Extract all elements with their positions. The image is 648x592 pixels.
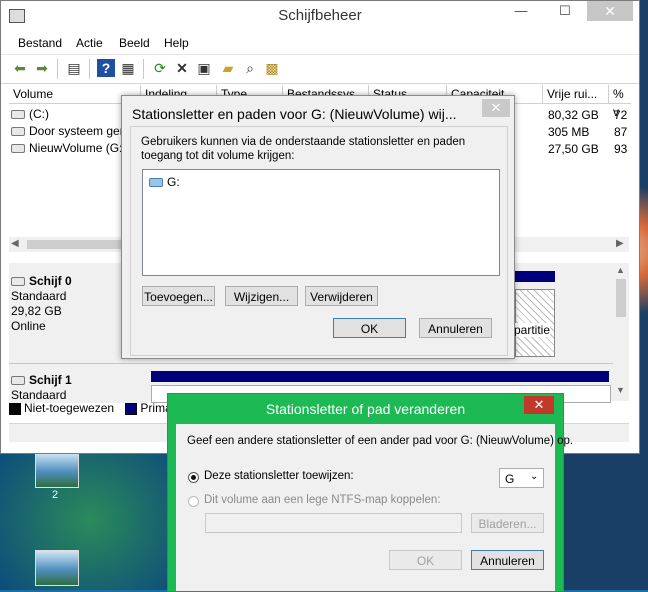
assign-letter-label[interactable]: Deze stationsletter toewijzen: [204, 470, 354, 482]
disk-1-partition-bar [151, 371, 609, 382]
add-button[interactable]: Toevoegen... [142, 286, 215, 306]
vertical-scrollbar[interactable]: ▲ ▼ [613, 263, 629, 401]
settings-icon[interactable]: ▣ [195, 59, 213, 77]
volume-name: (C:) [29, 107, 49, 121]
legend-unallocated: Niet-toegewezen [24, 401, 115, 415]
free-space-value: 27,50 GB [548, 142, 599, 156]
desktop-shortcut-label: 2 [52, 489, 59, 501]
ok-button[interactable]: OK [333, 318, 406, 338]
toolbar-separator [89, 59, 90, 79]
cancel-button[interactable]: Annuleren [419, 318, 492, 338]
disk-name: Schijf 1 [29, 373, 72, 387]
table-row[interactable]: (C:) [11, 107, 49, 121]
disk-icon [11, 277, 25, 287]
forward-arrow-icon[interactable]: ➡ [33, 59, 51, 77]
change-drive-letter-dialog: Stationsletter of pad veranderen ✕ Geef … [167, 393, 573, 592]
disk-name: Schijf 0 [29, 274, 72, 288]
dialog-title: Stationsletter of pad veranderen [265, 401, 466, 417]
selected-letter: G [505, 472, 515, 486]
menu-bestand[interactable]: Bestand [18, 36, 62, 50]
help-icon[interactable]: ? [97, 59, 115, 77]
free-space-value: 80,32 GB [548, 108, 599, 122]
open-folder-icon[interactable]: ▰ [219, 59, 237, 77]
partition-header-bar [513, 271, 555, 282]
table-row[interactable]: Door systeem ger [11, 124, 124, 138]
menu-help[interactable]: Help [164, 36, 189, 50]
toolbar-separator [143, 59, 144, 79]
column-vrije-ruimte[interactable]: Vrije rui... [543, 85, 609, 103]
scrollbar-thumb[interactable] [616, 279, 626, 317]
disk-icon [11, 144, 25, 154]
remove-button[interactable]: Verwijderen [305, 286, 378, 306]
dialog-close-button[interactable]: ✕ [482, 99, 510, 117]
drive-letter-select[interactable]: G ⌄ [499, 468, 544, 488]
close-button[interactable]: ✕ [587, 1, 633, 21]
list-item[interactable]: G: [149, 175, 180, 189]
toolbar: ⬅ ➡ ▤ ? ▦ ⟳ ✕ ▣ ▰ ⌕ ▩ [1, 54, 639, 84]
mount-folder-radio[interactable] [188, 496, 199, 507]
refresh-icon[interactable]: ⟳ [151, 59, 169, 77]
desktop-shortcut-icon[interactable] [35, 452, 79, 488]
disk-1-card[interactable]: Schijf 1 Standaard [11, 373, 149, 403]
scroll-left-icon[interactable]: ◀ [11, 238, 19, 249]
free-space-value: 305 MB [548, 125, 590, 139]
dialog-description: Gebruikers kunnen via de onderstaande st… [141, 136, 466, 162]
menu-actie[interactable]: Actie [76, 36, 103, 50]
divider [9, 363, 613, 364]
scroll-up-icon[interactable]: ▲ [616, 265, 625, 275]
disk-icon [11, 110, 25, 120]
minimize-button[interactable]: — [499, 1, 543, 21]
assign-letter-radio[interactable] [188, 472, 199, 483]
mount-folder-label[interactable]: Dit volume aan een lege NTFS-map koppele… [204, 494, 441, 506]
dialog-description: Geef een andere stationsletter of een an… [187, 435, 574, 447]
back-arrow-icon[interactable]: ⬅ [11, 59, 29, 77]
title-bar[interactable]: Schijfbeheer — ☐ ✕ [1, 1, 639, 32]
dialog-close-button[interactable]: ✕ [524, 396, 554, 414]
paths-list[interactable]: G: [142, 169, 500, 276]
scroll-right-icon[interactable]: ▶ [616, 238, 624, 249]
browse-button[interactable]: Bladeren... [471, 513, 544, 533]
change-button[interactable]: Wijzigen... [225, 286, 298, 306]
menu-beeld[interactable]: Beeld [119, 36, 150, 50]
scroll-down-icon[interactable]: ▼ [616, 385, 625, 395]
desktop-shortcut-icon-2[interactable] [35, 550, 79, 586]
volume-icon[interactable]: ▩ [263, 59, 281, 77]
maximize-button[interactable]: ☐ [543, 1, 587, 21]
volume-name: Door systeem ger [29, 124, 124, 138]
disk-icon [11, 376, 25, 386]
legend-swatch-primary [125, 402, 138, 415]
search-icon[interactable]: ⌕ [241, 59, 259, 77]
percent-free-value: 93 [614, 142, 628, 156]
cancel-button[interactable]: Annuleren [471, 550, 544, 570]
list-item-label: G: [167, 175, 180, 189]
volume-name: NieuwVolume (G: [29, 141, 123, 155]
drive-icon [149, 178, 163, 188]
console-tree-icon[interactable]: ▤ [65, 59, 83, 77]
dialog-title: Stationsletter en paden voor G: (NieuwVo… [132, 106, 457, 122]
table-row[interactable]: NieuwVolume (G: [11, 141, 122, 155]
dialog-content: Geef een andere stationsletter of een an… [176, 424, 573, 591]
drive-letter-paths-dialog: Stationsletter en paden voor G: (NieuwVo… [121, 95, 515, 359]
percent-free-value: 87 [614, 125, 628, 139]
legend-swatch-unallocated [9, 402, 21, 415]
column-percent-free[interactable]: % v [609, 85, 631, 119]
percent-free-value: 72 [614, 108, 628, 122]
properties-icon[interactable]: ▦ [119, 59, 137, 77]
ok-button[interactable]: OK [389, 550, 462, 570]
mount-path-input[interactable] [205, 513, 462, 533]
partition-label: partitie [514, 323, 551, 337]
menu-bar: Bestand Actie Beeld Help [1, 32, 639, 53]
dialog-content: Gebruikers kunnen via de onderstaande st… [130, 126, 508, 356]
delete-icon[interactable]: ✕ [173, 59, 191, 77]
chevron-down-icon: ⌄ [530, 471, 539, 482]
disk-icon [11, 127, 25, 137]
toolbar-separator [57, 59, 58, 79]
